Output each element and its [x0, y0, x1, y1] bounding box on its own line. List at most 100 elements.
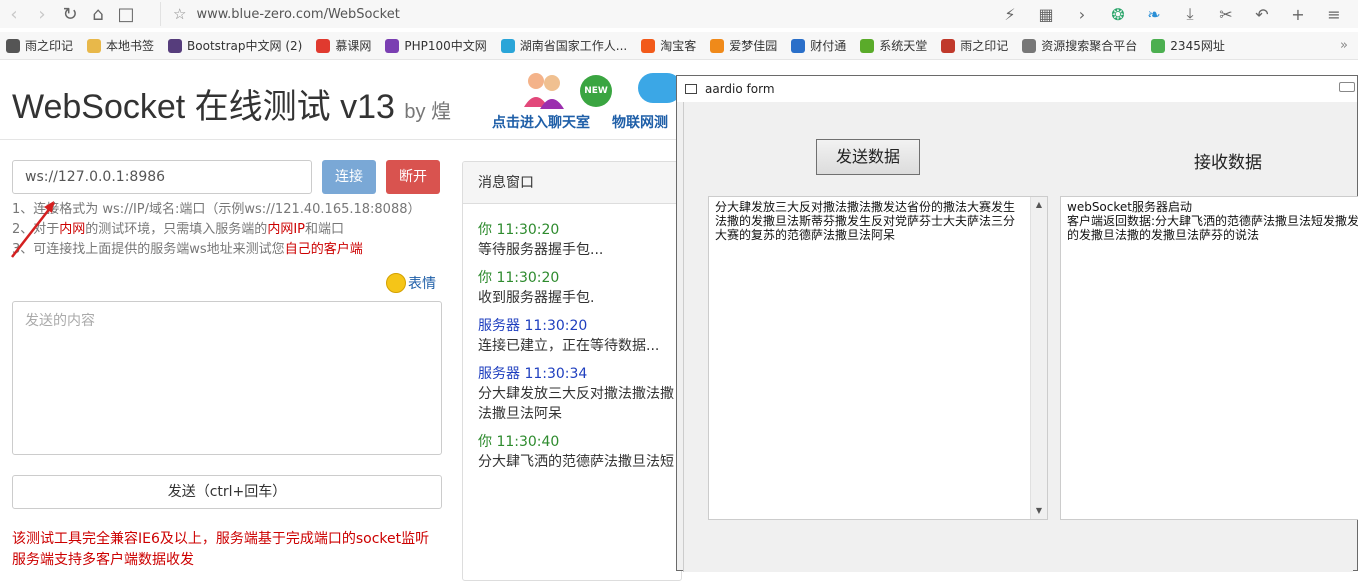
- window-icon: [685, 84, 697, 94]
- more-bookmarks-icon[interactable]: »: [1340, 38, 1348, 53]
- bookmark-label: 雨之印记: [25, 39, 74, 53]
- chat-people-icon[interactable]: [520, 69, 568, 109]
- receive-textbox[interactable]: webSocket服务器启动 客户端返回数据:分大肆飞洒的范德萨法撒旦法短发撒发…: [1060, 196, 1358, 520]
- compatibility-notice: 该测试工具完全兼容IE6及以上，服务端基于完成端口的socket监听 服务端支持…: [12, 529, 429, 571]
- chevron-right-icon[interactable]: ›: [1068, 5, 1096, 24]
- qr-icon[interactable]: ▦: [1032, 5, 1060, 24]
- bookmark-icon: [500, 38, 515, 53]
- bookmark-item[interactable]: 系统天堂: [860, 37, 927, 54]
- bookmark-item[interactable]: 资源搜索聚合平台: [1022, 37, 1137, 54]
- forward-icon[interactable]: ›: [28, 2, 56, 26]
- message-text: 连接已建立，正在等待数据...: [478, 338, 660, 354]
- smiley-icon[interactable]: [386, 273, 406, 293]
- bookmark-label: 湖南省国家工作人...: [519, 39, 628, 53]
- header-divider: [0, 139, 680, 140]
- send-data-button[interactable]: 发送数据: [816, 139, 920, 175]
- receive-line-1: webSocket服务器启动: [1067, 200, 1192, 214]
- bookmark-item[interactable]: 财付通: [791, 37, 846, 54]
- reload-icon[interactable]: ↻: [56, 2, 84, 26]
- bookmark-icon: [385, 38, 400, 53]
- bookmark-label: 2345网址: [1170, 39, 1225, 53]
- connection-tips: 1、连接格式为 ws://IP/域名:端口（示例ws://121.40.165.…: [12, 200, 421, 260]
- scroll-down-icon[interactable]: ▼: [1031, 503, 1047, 519]
- bookmark-icon: [87, 38, 102, 53]
- send-textbox-content: 分大肆发放三大反对撒法撒法撒发达省份的撒法大赛发生法撒的发撒旦法斯蒂芬撒发生反对…: [715, 200, 1016, 242]
- receive-line-2: 客户端返回数据:分大肆飞洒的范德萨法撒旦法短发撒发: [1067, 214, 1358, 228]
- sender-name: 你: [478, 434, 492, 450]
- send-textbox[interactable]: 分大肆发放三大反对撒法撒法撒发达省份的撒法大赛发生法撒的发撒旦法斯蒂芬撒发生反对…: [708, 196, 1048, 520]
- bookmark-label: 本地书签: [106, 39, 155, 53]
- download-icon[interactable]: ⤓: [1176, 4, 1204, 24]
- disconnect-button[interactable]: 断开: [386, 160, 440, 194]
- browser-toolbar: ‹ › ↻ ⌂ □ ☆ www.blue-zero.com/WebSocket …: [0, 0, 1358, 28]
- message-sender: 服务器 11:30:34: [478, 364, 681, 384]
- bookmark-icon: [641, 38, 656, 53]
- bookmarks-bar: 雨之印记 本地书签 Bootstrap中文网 (2) 慕课网 PHP100中文网 湖南省国…: [0, 32, 1358, 60]
- emoji-toggle[interactable]: 表情: [386, 273, 436, 293]
- emoji-label[interactable]: 表情: [408, 273, 436, 293]
- leaf-icon[interactable]: ❧: [1140, 5, 1168, 24]
- message-text: 分大肆发放三大反对撒法撒法撒: [478, 386, 674, 402]
- bookmark-label: 系统天堂: [879, 39, 928, 53]
- message-sender: 你 11:30:20: [478, 268, 681, 288]
- undo-icon[interactable]: ↶: [1248, 5, 1276, 24]
- bookmark-item[interactable]: 雨之印记: [6, 37, 73, 54]
- bookmark-item[interactable]: 湖南省国家工作人...: [500, 37, 628, 54]
- home-icon[interactable]: ⌂: [84, 2, 112, 26]
- message-item: 你 11:30:40 分大肆飞洒的范德萨法撒旦法短: [478, 432, 681, 472]
- bookmark-label: PHP100中文网: [404, 39, 487, 53]
- bookmark-label: 财付通: [810, 39, 847, 53]
- ws-address-input[interactable]: ws://127.0.0.1:8986: [12, 160, 312, 194]
- send-button[interactable]: 发送（ctrl+回车）: [12, 475, 442, 509]
- bookmark-icon: [1022, 38, 1037, 53]
- bookmark-item[interactable]: 本地书签: [87, 37, 154, 54]
- message-time: 11:30:40: [496, 434, 560, 450]
- scroll-up-icon[interactable]: ▲: [1031, 197, 1047, 213]
- tip-3: 3、可连接找上面提供的服务端ws地址来测试您自己的客户端: [12, 242, 363, 257]
- bookmark-icon: [710, 38, 725, 53]
- bookmark-item[interactable]: 爱梦佳园: [710, 37, 777, 54]
- message-item: 你 11:30:20 收到服务器握手包.: [478, 268, 681, 308]
- plus-icon[interactable]: +: [1284, 5, 1312, 24]
- star-icon[interactable]: ☆: [173, 5, 186, 23]
- bookmark-item[interactable]: 雨之印记: [941, 37, 1008, 54]
- send-textbox-scrollbar[interactable]: ▲ ▼: [1030, 197, 1047, 519]
- back-icon[interactable]: ‹: [0, 2, 28, 26]
- bookmark-label: 爱梦佳园: [729, 39, 778, 53]
- message-sender: 服务器 11:30:20: [478, 316, 681, 336]
- aardio-form-window: aardio form 发送数据 接收数据 分大肆发放三大反对撒法撒法撒发达省份…: [676, 75, 1358, 572]
- message-sender: 你 11:30:20: [478, 220, 681, 240]
- lightning-icon[interactable]: ⚡: [996, 5, 1024, 24]
- scissors-icon[interactable]: ✂: [1212, 5, 1240, 24]
- send-content-textarea[interactable]: 发送的内容: [12, 301, 442, 455]
- address-bar[interactable]: ☆ www.blue-zero.com/WebSocket: [160, 2, 996, 26]
- form-body: 发送数据 接收数据 分大肆发放三大反对撒法撒法撒发达省份的撒法大赛发生法撒的发撒…: [683, 102, 1358, 572]
- bookmark-item[interactable]: PHP100中文网: [385, 37, 487, 54]
- tip-1: 1、连接格式为 ws://IP/域名:端口（示例ws://121.40.165.…: [12, 202, 421, 217]
- bookmark-item[interactable]: Bootstrap中文网 (2): [168, 37, 302, 54]
- new-badge: NEW: [580, 75, 612, 107]
- menu-icon[interactable]: ≡: [1320, 5, 1348, 24]
- page-title: WebSocket 在线测试 v13 by 煌: [12, 79, 451, 128]
- sender-name: 服务器: [478, 366, 520, 382]
- bookmark-icon: [1151, 38, 1166, 53]
- iot-link[interactable]: 物联网测: [612, 112, 668, 132]
- message-time: 11:30:20: [496, 222, 560, 238]
- window-titlebar[interactable]: aardio form: [677, 76, 1357, 102]
- extension-icon[interactable]: ❂: [1104, 5, 1132, 24]
- message-text: 收到服务器握手包.: [478, 290, 595, 306]
- bookmark-label: 淘宝客: [660, 39, 697, 53]
- connect-button[interactable]: 连接: [322, 160, 376, 194]
- message-list: 你 11:30:20 等待服务器握手包... 你 11:30:20 收到服务器握手包.…: [463, 204, 681, 472]
- message-item: 服务器 11:30:20 连接已建立，正在等待数据...: [478, 316, 681, 356]
- chat-room-link[interactable]: 点击进入聊天室: [492, 112, 590, 132]
- message-text-continued: 法撒旦法阿呆: [478, 406, 562, 422]
- bookmark-icon: [941, 38, 956, 53]
- url-text[interactable]: www.blue-zero.com/WebSocket: [196, 7, 399, 22]
- bookmark-item[interactable]: 2345网址: [1151, 37, 1225, 54]
- message-item: 你 11:30:20 等待服务器握手包...: [478, 220, 681, 260]
- reader-icon[interactable]: □: [112, 2, 140, 26]
- bookmark-item[interactable]: 慕课网: [316, 37, 371, 54]
- bookmark-item[interactable]: 淘宝客: [641, 37, 696, 54]
- minimize-button[interactable]: [1339, 82, 1355, 92]
